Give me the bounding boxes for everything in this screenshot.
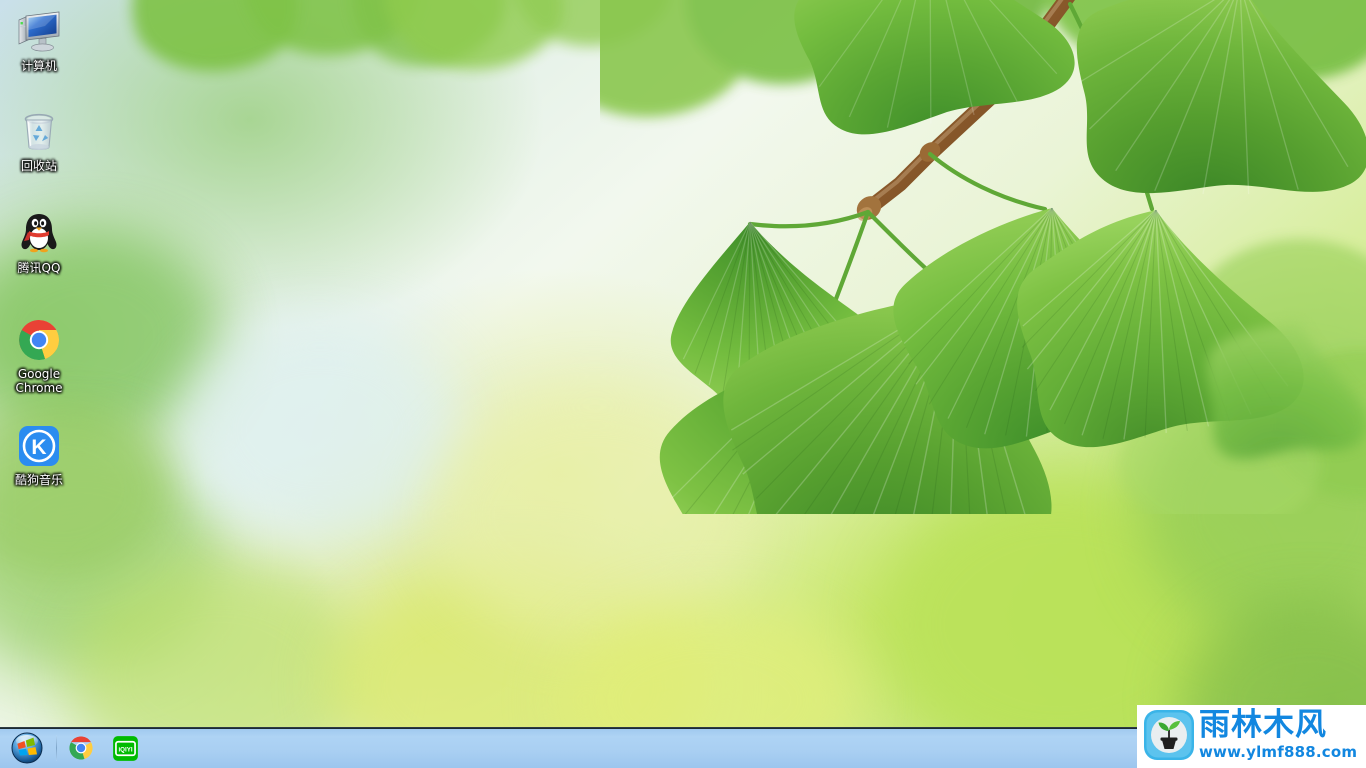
blurred-leaf-cluster	[0, 400, 170, 580]
watermark-brand: 雨林木风	[1199, 707, 1327, 743]
recycle-bin-icon	[15, 108, 63, 156]
desktop-icon-tencent-qq[interactable]: 腾讯QQ	[2, 210, 76, 275]
desktop-icon-recycle-bin[interactable]: 回收站	[2, 108, 76, 173]
kugou-music-icon: K	[15, 422, 63, 470]
iqiyi-icon: iQIYI	[112, 735, 138, 761]
taskbar-separator	[56, 735, 57, 761]
google-chrome-icon	[15, 316, 63, 364]
watermark-url: www.ylmf888.com	[1199, 743, 1358, 761]
taskbar-item-chrome[interactable]	[61, 731, 101, 765]
svg-text:K: K	[31, 436, 46, 459]
taskbar-item-iqiyi[interactable]: iQIYI	[105, 731, 145, 765]
desktop[interactable]: 计算机 回收站 腾讯QQ Google Chrome K 酷狗音乐 iQIYI …	[0, 0, 1366, 768]
google-chrome-icon	[69, 736, 93, 760]
watermark-panel: 雨林木风 www.ylmf888.com	[1137, 705, 1366, 768]
iqiyi-badge-text: iQIYI	[118, 746, 132, 753]
desktop-icon-chrome[interactable]: Google Chrome	[2, 316, 76, 395]
desktop-icon-kugou[interactable]: K 酷狗音乐	[2, 422, 76, 487]
computer-icon	[15, 8, 63, 56]
desktop-icon-label: 回收站	[20, 159, 57, 173]
desktop-icon-computer[interactable]: 计算机	[2, 8, 76, 73]
windows-start-orb-icon	[11, 732, 43, 764]
desktop-icon-label: 酷狗音乐	[14, 473, 63, 487]
desktop-icon-label: Google Chrome	[15, 367, 63, 395]
ginkgo-leaf-illustration	[600, 0, 1366, 514]
tencent-qq-icon	[15, 210, 63, 258]
sprout-logo-icon	[1144, 710, 1194, 760]
start-button[interactable]	[4, 732, 50, 764]
desktop-icon-label: 计算机	[20, 59, 57, 73]
desktop-icon-label: 腾讯QQ	[17, 261, 61, 275]
